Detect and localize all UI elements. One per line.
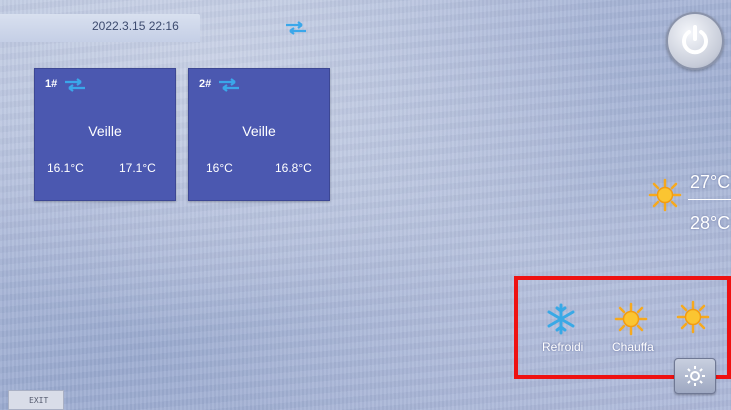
unit-id: 2# [199,78,212,90]
unit-status: Veille [88,123,122,139]
unit-temp-b: 16.8°C [275,161,312,175]
network-arrows-icon [63,78,87,92]
sun-icon[interactable] [614,302,648,340]
unit-card-2[interactable]: 2# Veille 16°C 16.8°C [188,68,330,201]
mode-heat-label[interactable]: Chauffa [612,340,654,354]
sun-icon [648,178,682,216]
network-arrows-icon [284,20,308,35]
unit-temp-a: 16.1°C [47,161,84,175]
unit-temp-b: 17.1°C [119,161,156,175]
snowflake-icon[interactable] [544,302,578,340]
exit-label: EXIT [29,396,49,405]
power-button[interactable] [666,12,724,70]
mode-cool-label[interactable]: Refroidi [542,340,583,354]
power-icon [682,25,708,55]
unit-id: 1# [45,78,58,90]
outdoor-temp-bottom: 28°C [690,213,731,233]
outdoor-temp-divider [688,199,731,200]
network-arrows-icon [217,78,241,92]
settings-button[interactable] [674,358,716,394]
sun-icon[interactable] [676,300,710,338]
outdoor-temp-top: 27°C [690,172,731,192]
unit-status: Veille [242,123,276,139]
unit-temp-a: 16°C [206,161,233,175]
exit-button[interactable]: EXIT [8,390,64,410]
unit-card-1[interactable]: 1# Veille 16.1°C 17.1°C [34,68,176,201]
datetime-label: 2022.3.15 22:16 [92,19,179,33]
settings-gear-icon [685,366,705,386]
